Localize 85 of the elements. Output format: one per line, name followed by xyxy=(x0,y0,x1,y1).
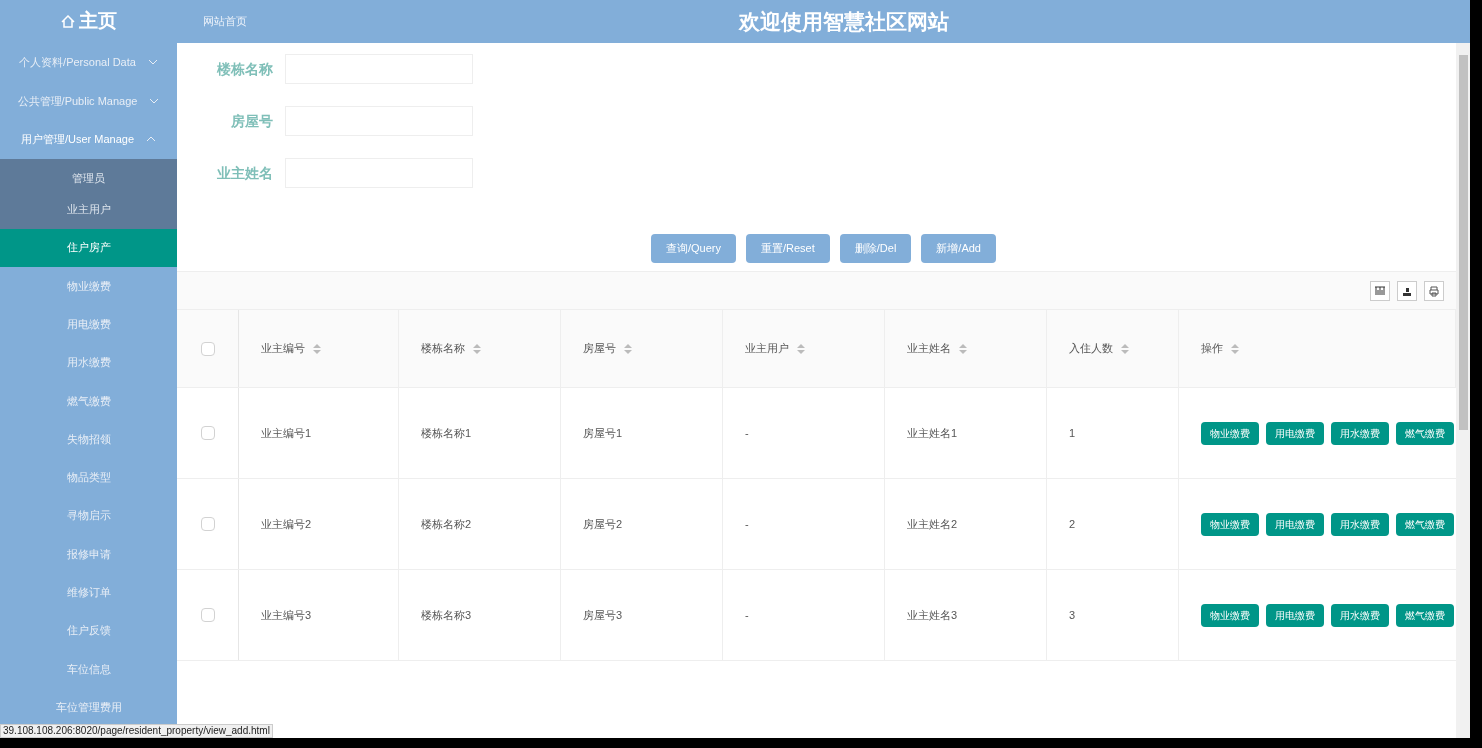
chevron-up-icon xyxy=(146,136,157,143)
fee-button[interactable]: 燃气缴费 xyxy=(1396,421,1454,445)
fee-button[interactable]: 用水缴费 xyxy=(1331,421,1389,445)
checkbox[interactable] xyxy=(200,517,215,531)
fee-button[interactable]: 燃气缴费 xyxy=(1396,512,1454,536)
sort-icon[interactable] xyxy=(1231,343,1239,354)
table-cell-text: 业主编号2 xyxy=(261,516,312,532)
table-cell-text: - xyxy=(745,425,749,441)
home-icon xyxy=(60,15,75,28)
fee-button[interactable]: 用电缴费 xyxy=(1266,421,1324,445)
menu-item[interactable]: 报修申请 xyxy=(0,534,177,574)
chevron-down-icon xyxy=(147,59,158,66)
columns-icon[interactable] xyxy=(1370,280,1390,301)
export-icon[interactable] xyxy=(1397,280,1417,301)
action-button[interactable]: 查询/Query xyxy=(651,234,736,263)
print-icon[interactable] xyxy=(1424,280,1444,301)
column-header: 楼栋名称 xyxy=(421,341,465,357)
menu-group[interactable]: 公共管理/Public Manage xyxy=(0,81,177,120)
chevron-down-icon xyxy=(149,97,160,104)
sort-icon[interactable] xyxy=(959,343,967,354)
breadcrumb-link[interactable]: 网站首页 xyxy=(203,13,247,30)
menu-item[interactable]: 寻物启示 xyxy=(0,496,177,535)
field-label: 业主姓名 xyxy=(216,163,273,183)
table-cell-text: - xyxy=(745,516,749,532)
table-cell-text: 房屋号1 xyxy=(583,425,623,441)
sort-icon[interactable] xyxy=(624,343,632,354)
status-bar-url: 39.108.108.206:8020/page/resident_property/view_add.html xyxy=(0,724,273,738)
fee-button[interactable]: 物业缴费 xyxy=(1201,603,1259,627)
column-header: 业主编号 xyxy=(261,341,305,357)
sort-icon[interactable] xyxy=(1121,343,1129,354)
action-button[interactable]: 新增/Add xyxy=(921,234,996,263)
action-button[interactable]: 删除/Del xyxy=(839,234,912,263)
table-cell-text: 房屋号2 xyxy=(583,516,623,532)
fee-button[interactable]: 物业缴费 xyxy=(1201,512,1259,536)
field-label: 房屋号 xyxy=(230,111,273,131)
column-header: 业主用户 xyxy=(745,341,789,357)
submenu-item[interactable]: 管理员 xyxy=(0,162,177,194)
checkbox[interactable] xyxy=(200,608,215,622)
sort-icon[interactable] xyxy=(797,343,805,354)
table-cell-text: 业主姓名2 xyxy=(907,516,958,532)
action-button[interactable]: 重置/Reset xyxy=(746,234,830,263)
checkbox[interactable] xyxy=(200,341,215,356)
field-label: 楼栋名称 xyxy=(216,59,273,79)
checkbox[interactable] xyxy=(200,426,215,440)
table-cell-text: 房屋号3 xyxy=(583,607,623,623)
menu-item[interactable]: 物品类型 xyxy=(0,458,177,497)
column-header: 操作 xyxy=(1201,341,1223,357)
table-cell-text: 楼栋名称3 xyxy=(421,607,472,623)
fee-button[interactable]: 燃气缴费 xyxy=(1396,603,1454,627)
table-cell-text: 3 xyxy=(1069,607,1076,623)
menu-item[interactable]: 维修订单 xyxy=(0,573,177,612)
column-header: 业主姓名 xyxy=(907,341,951,357)
menu-item[interactable]: 燃气缴费 xyxy=(0,381,177,420)
menu-group[interactable]: 个人资料/Personal Data xyxy=(0,43,177,82)
table-cell-text: 业主姓名3 xyxy=(907,607,958,623)
menu-item[interactable]: 用水缴费 xyxy=(0,343,177,382)
table-cell-text: 2 xyxy=(1069,516,1076,532)
column-header: 房屋号 xyxy=(583,341,616,357)
fee-button[interactable]: 物业缴费 xyxy=(1201,421,1259,445)
scrollbar[interactable] xyxy=(1456,43,1470,738)
logo-text[interactable]: 主页 xyxy=(78,7,117,36)
site-title: 欢迎使用智慧社区网站 xyxy=(739,8,949,35)
table-cell-text: - xyxy=(745,607,749,623)
menu-item[interactable]: 车位管理费用 xyxy=(0,688,177,727)
column-header: 入住人数 xyxy=(1069,341,1113,357)
menu-item[interactable]: 失物招领 xyxy=(0,420,177,459)
menu-item[interactable]: 住户房产 xyxy=(0,228,177,267)
table-cell-text: 楼栋名称1 xyxy=(421,425,472,441)
menu-item[interactable]: 车位信息 xyxy=(0,649,177,689)
table-cell-text: 1 xyxy=(1069,425,1076,441)
sort-icon[interactable] xyxy=(313,343,321,354)
sort-icon[interactable] xyxy=(473,343,481,354)
menu-group[interactable]: 用户管理/User Manage xyxy=(0,120,177,159)
fee-button[interactable]: 用水缴费 xyxy=(1331,603,1389,627)
fee-button[interactable]: 用电缴费 xyxy=(1266,512,1324,536)
fee-button[interactable]: 用电缴费 xyxy=(1266,603,1324,627)
table-cell-text: 业主编号3 xyxy=(261,607,312,623)
menu-item[interactable]: 用电缴费 xyxy=(0,305,177,344)
menu-item[interactable]: 住户反馈 xyxy=(0,611,177,650)
table-cell-text: 楼栋名称2 xyxy=(421,516,472,532)
fee-button[interactable]: 用水缴费 xyxy=(1331,512,1389,536)
submenu-item[interactable]: 业主用户 xyxy=(0,193,177,225)
table-cell-text: 业主编号1 xyxy=(261,425,312,441)
table-cell-text: 业主姓名1 xyxy=(907,425,958,441)
menu-item[interactable]: 物业缴费 xyxy=(0,266,177,306)
